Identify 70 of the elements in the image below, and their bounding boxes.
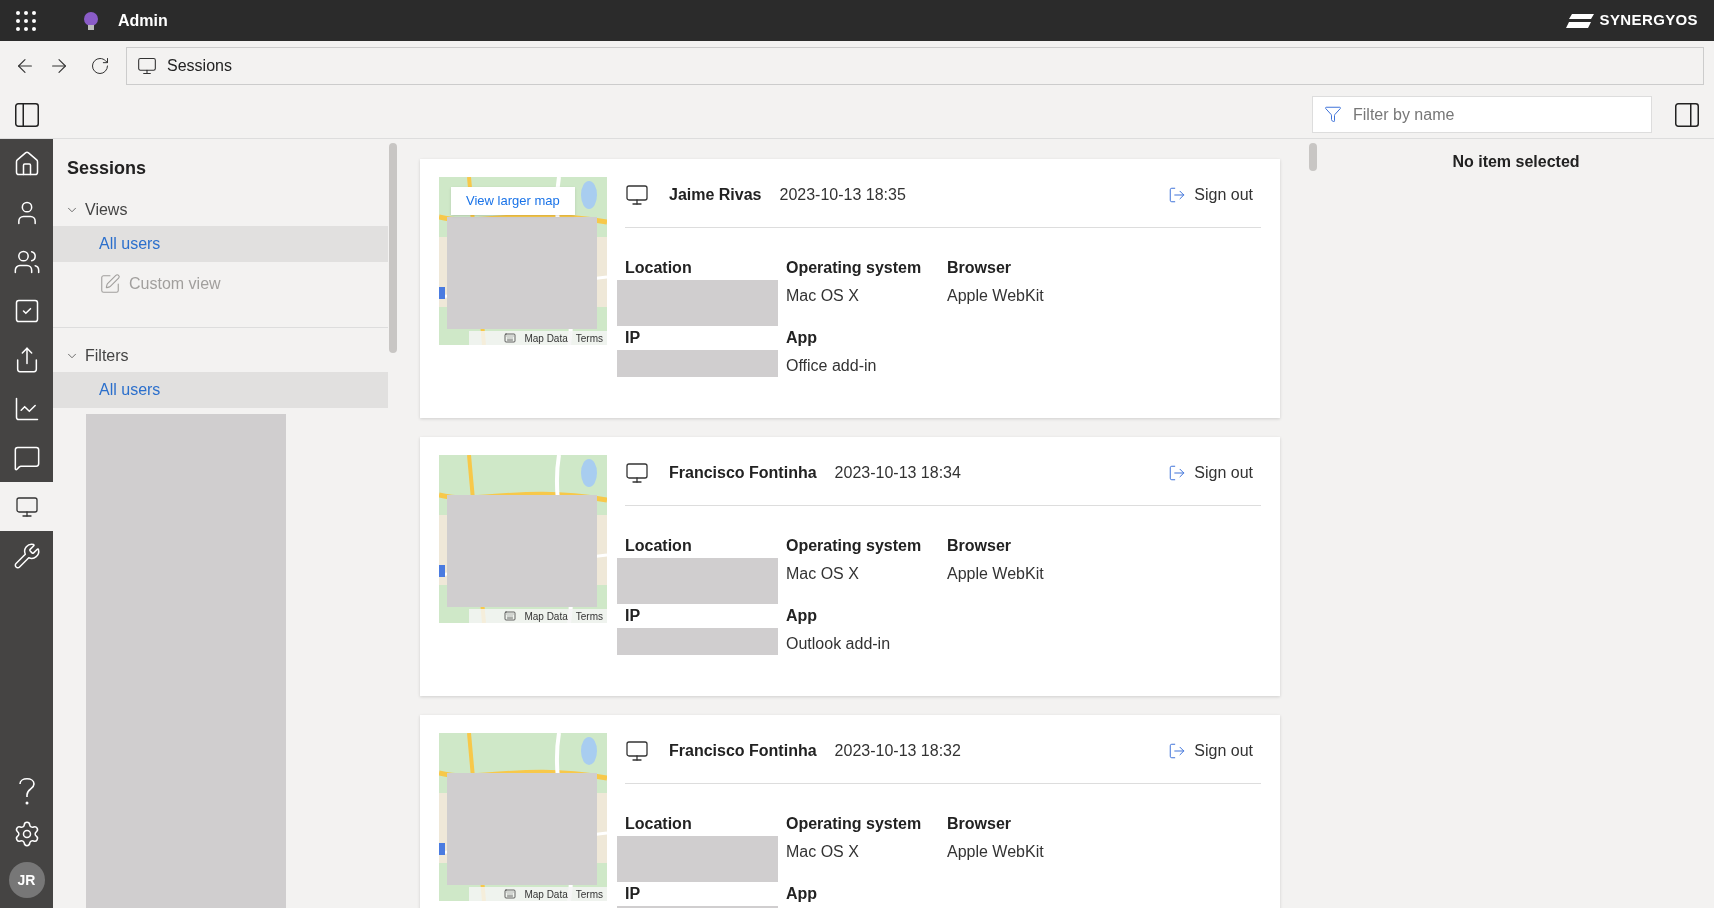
field-label: App [785, 884, 819, 904]
sign-out-icon [1168, 742, 1187, 760]
field-value: Mac OS X [785, 286, 860, 306]
field-value: Mac OS X [785, 564, 860, 584]
monitor-icon [625, 739, 649, 763]
filter-icon [1324, 105, 1342, 123]
session-time: 2023-10-13 18:34 [834, 463, 961, 483]
session-time: 2023-10-13 18:32 [834, 741, 961, 761]
page-title: Sessions [167, 56, 232, 76]
field-label: IP [624, 884, 642, 904]
lightbulb-icon [82, 10, 100, 31]
wrench-icon[interactable] [12, 541, 41, 570]
field-label: Operating system [785, 536, 923, 556]
keyboard-icon[interactable] [504, 610, 517, 622]
keyboard-icon[interactable] [504, 332, 517, 344]
field-label: Browser [946, 536, 1013, 556]
terms-link[interactable]: Terms [575, 886, 603, 901]
view-larger-map-button[interactable]: View larger map [451, 187, 575, 215]
field-value: Apple WebKit [946, 564, 1045, 584]
monitor-icon [137, 56, 157, 76]
section-header[interactable]: Views [65, 198, 128, 222]
scrollbar-thumb [1309, 143, 1317, 171]
field-label: IP [624, 606, 642, 626]
filter-field[interactable]: Filter by name [1312, 96, 1652, 133]
help-icon[interactable] [16, 776, 37, 806]
panel-title: Sessions [67, 157, 148, 180]
field-label: Location [624, 814, 693, 834]
sign-out-button[interactable]: Sign out [1168, 739, 1253, 763]
edit-icon [99, 273, 121, 295]
field-value: Apple WebKit [946, 286, 1045, 306]
empty-state-text: No item selected [1452, 152, 1580, 172]
field-value: Apple WebKit [946, 842, 1045, 862]
map-data-link[interactable]: Map Data [524, 886, 568, 901]
monitor-icon [625, 461, 649, 485]
user-name: Jaime Rivas [669, 185, 762, 205]
field-label: Browser [946, 258, 1013, 278]
app-launcher-icon[interactable] [16, 10, 36, 31]
sign-out-icon [1168, 186, 1187, 204]
keyboard-icon[interactable] [504, 888, 517, 900]
brand-name: SYNERGYOS [1599, 10, 1698, 31]
field-label: Operating system [785, 258, 923, 278]
session-time: 2023-10-13 18:35 [779, 185, 906, 205]
user-name: Francisco Fontinha [669, 741, 817, 761]
field-label: App [785, 606, 819, 626]
sign-out-button[interactable]: Sign out [1168, 461, 1253, 485]
field-label: IP [624, 328, 642, 348]
user-avatar[interactable]: JR [8, 862, 45, 898]
monitor-icon[interactable] [14, 494, 39, 519]
view-item[interactable]: All users [53, 226, 388, 262]
terms-link[interactable]: Terms [575, 330, 603, 345]
field-label: App [785, 328, 819, 348]
field-label: Operating system [785, 814, 923, 834]
sign-out-button[interactable]: Sign out [1168, 183, 1253, 207]
field-value: Office add-in [785, 356, 878, 376]
monitor-icon [625, 183, 649, 207]
field-value: Outlook add-in [785, 634, 892, 654]
app-name: Admin [118, 10, 168, 31]
field-label: Location [624, 536, 693, 556]
user-name: Francisco Fontinha [669, 463, 817, 483]
field-label: Location [624, 258, 693, 278]
section-header[interactable]: Filters [65, 344, 129, 368]
field-value: Mac OS X [785, 842, 860, 862]
field-label: Browser [946, 814, 1013, 834]
view-item[interactable]: All users [53, 372, 388, 408]
refresh-button[interactable] [90, 56, 110, 76]
map-data-link[interactable]: Map Data [524, 608, 568, 623]
map-data-link[interactable]: Map Data [524, 330, 568, 345]
sign-out-icon [1168, 464, 1187, 482]
terms-link[interactable]: Terms [575, 608, 603, 623]
brand-logo-icon [1565, 13, 1594, 28]
